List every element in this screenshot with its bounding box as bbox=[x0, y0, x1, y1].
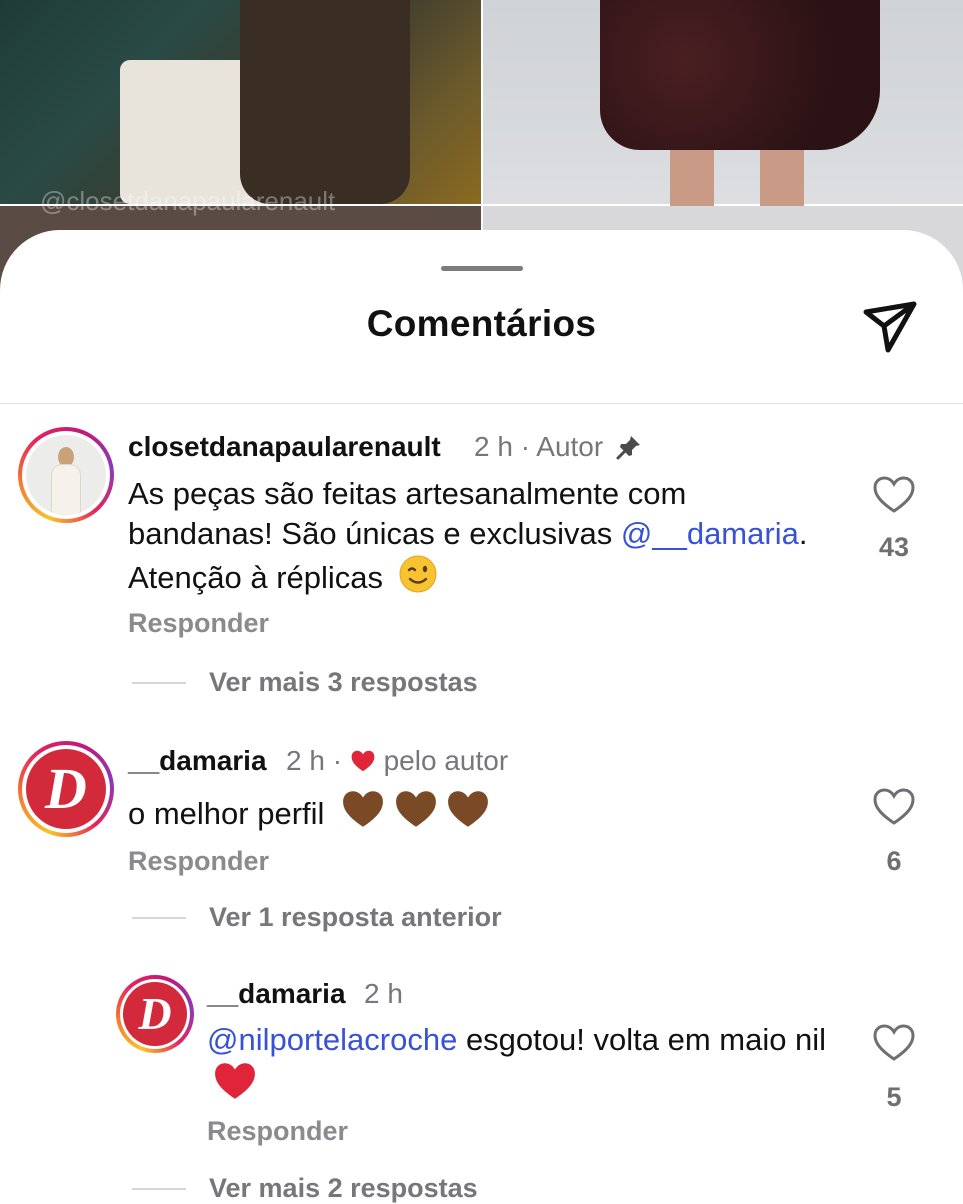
reply-button[interactable]: Responder bbox=[207, 1116, 348, 1147]
red-heart-icon bbox=[351, 750, 375, 772]
thread-line bbox=[132, 917, 186, 919]
view-more-replies-link[interactable]: Ver mais 3 respostas bbox=[209, 667, 478, 698]
share-icon[interactable] bbox=[858, 296, 922, 356]
comment-time: 2 h bbox=[474, 431, 513, 462]
meta-separator: · bbox=[520, 431, 531, 462]
brown-heart-icon bbox=[448, 791, 489, 827]
comment-meta: 2 h · Autor bbox=[474, 431, 643, 463]
view-more-replies-link[interactable]: Ver mais 2 respostas bbox=[209, 1173, 478, 1204]
brown-heart-icon bbox=[395, 791, 436, 827]
avatar-damaria[interactable]: D bbox=[18, 741, 114, 837]
comment-username[interactable]: closetdanapaularenault bbox=[128, 431, 441, 463]
meta-separator: · bbox=[332, 745, 343, 776]
view-previous-reply-link[interactable]: Ver 1 resposta anterior bbox=[209, 902, 502, 933]
comment-time: 2 h bbox=[286, 745, 325, 776]
comment-text: o melhor perfil bbox=[128, 788, 828, 834]
reply-text: @nilportelacroche esgotou! volta em maio… bbox=[207, 1020, 827, 1106]
reply-button[interactable]: Responder bbox=[128, 846, 269, 877]
like-count: 5 bbox=[886, 1082, 902, 1112]
like-count: 6 bbox=[886, 846, 902, 876]
brown-heart-icon bbox=[343, 791, 383, 827]
mention-link[interactable]: @nilportelacroche bbox=[207, 1022, 457, 1057]
comment-meta: 2 h · pelo autor bbox=[286, 745, 508, 777]
avatar-closetdanapaularenault[interactable] bbox=[18, 427, 114, 523]
image-watermark: @closetdanapaularenault bbox=[40, 186, 336, 216]
heart-outline-icon[interactable] bbox=[873, 787, 915, 827]
reply-button[interactable]: Responder bbox=[128, 608, 269, 639]
post-image-1 bbox=[0, 0, 481, 204]
liked-by-author-label: pelo autor bbox=[383, 745, 509, 776]
thread-line bbox=[132, 1188, 186, 1190]
reply-username[interactable]: __damaria bbox=[207, 978, 346, 1010]
header-divider bbox=[0, 403, 963, 404]
sheet-grabber[interactable] bbox=[441, 266, 523, 271]
comment-text: As peças são feitas artesanalmente com b… bbox=[128, 476, 808, 595]
sheet-title: Comentários bbox=[366, 303, 597, 344]
heart-outline-icon[interactable] bbox=[873, 475, 915, 515]
winking-face-emoji-icon bbox=[399, 555, 437, 593]
thread-line bbox=[132, 682, 186, 684]
reply-time: 2 h bbox=[364, 978, 403, 1009]
brown-hearts-emoji bbox=[341, 791, 490, 831]
comment-username[interactable]: __damaria bbox=[128, 745, 267, 777]
red-heart-emoji-icon bbox=[215, 1063, 255, 1099]
pin-icon bbox=[616, 436, 640, 460]
like-count: 43 bbox=[878, 532, 910, 562]
comments-sheet: Comentários closetdanapaularenault 2 h ·… bbox=[0, 230, 963, 1203]
mention-link[interactable]: @__damaria bbox=[621, 516, 799, 551]
heart-outline-icon[interactable] bbox=[873, 1023, 915, 1063]
author-badge: Autor bbox=[536, 431, 604, 462]
avatar-damaria[interactable]: D bbox=[116, 975, 194, 1053]
